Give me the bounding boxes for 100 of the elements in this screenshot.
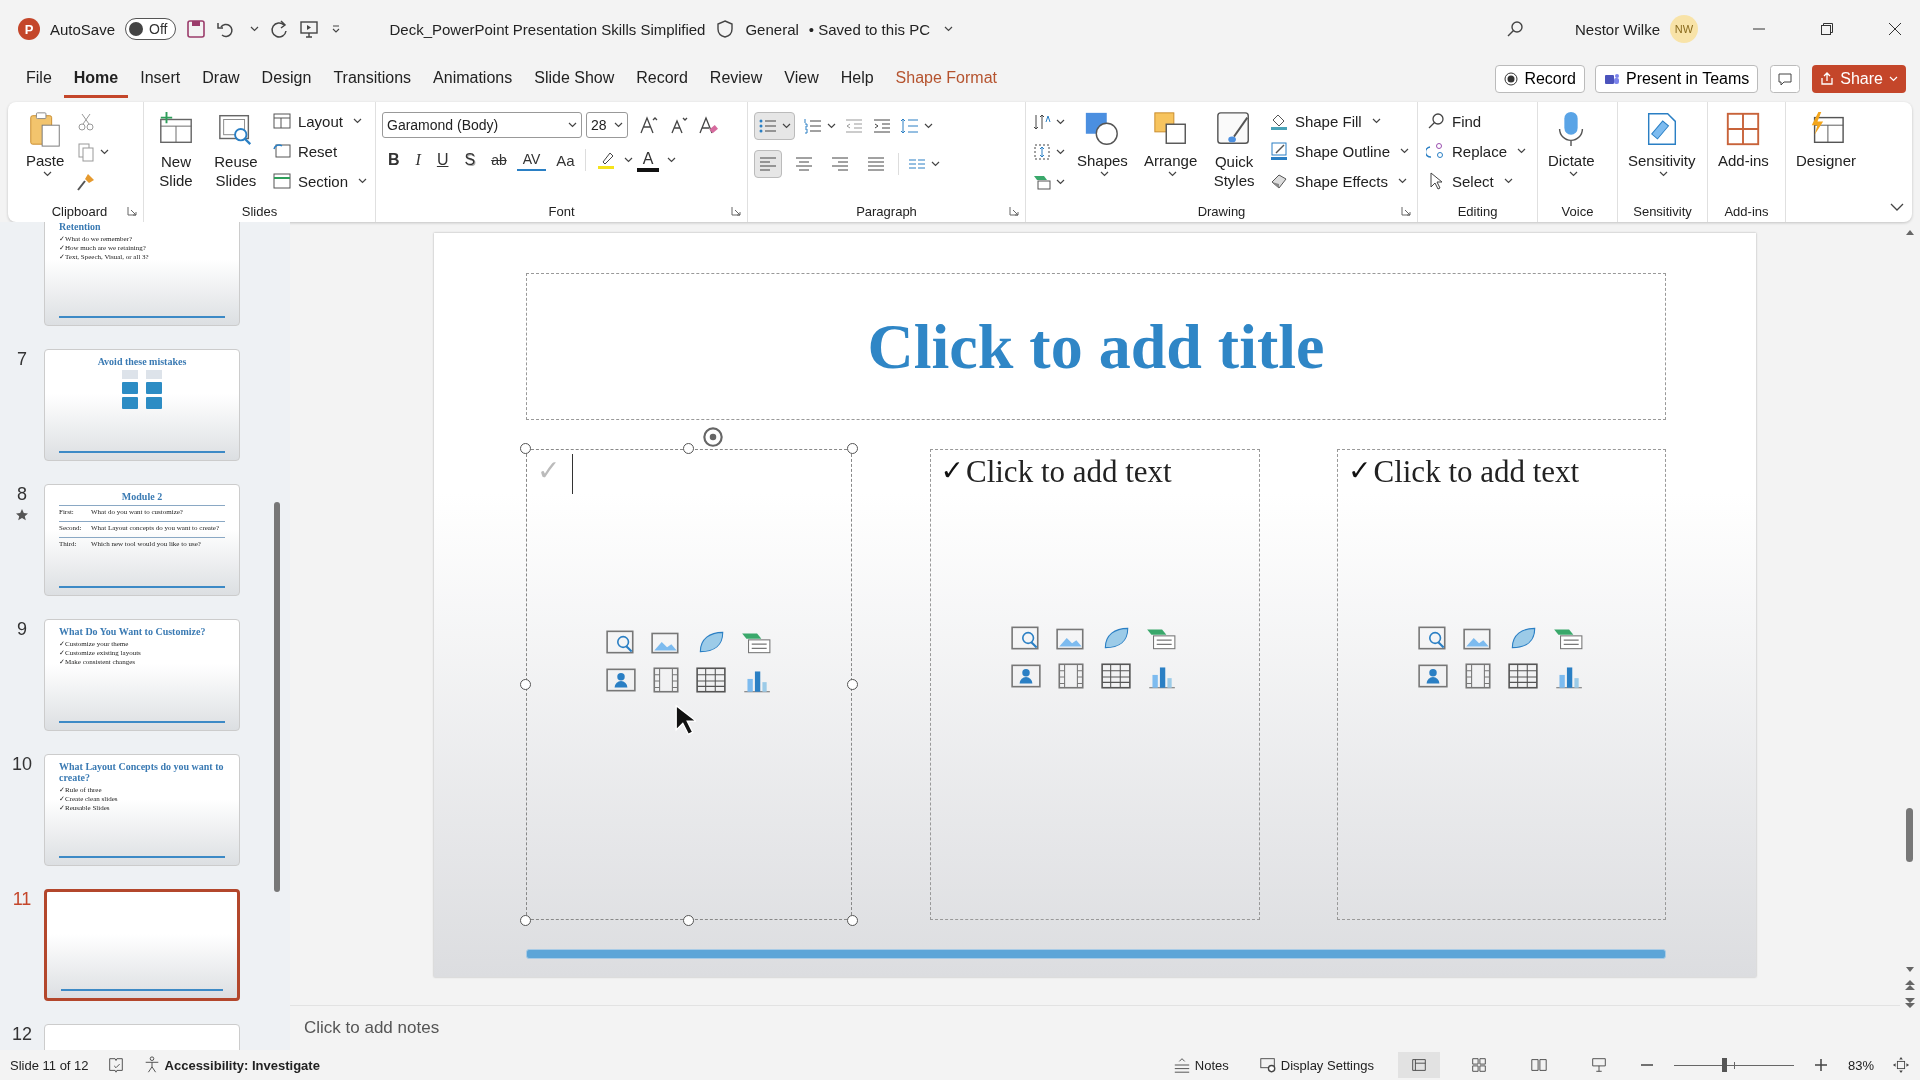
ribbon-tab[interactable]: Draw	[192, 60, 250, 98]
save-icon[interactable]	[186, 19, 207, 39]
text-direction-icon[interactable]	[1032, 112, 1052, 132]
resize-handle[interactable]	[683, 443, 694, 454]
comments-icon[interactable]	[1770, 65, 1801, 93]
arrange-button[interactable]: Arrange	[1139, 108, 1202, 179]
portrait-icon[interactable]	[604, 666, 637, 694]
clear-formatting-icon[interactable]	[698, 115, 718, 135]
align-text-icon[interactable]	[1032, 142, 1052, 162]
resize-handle[interactable]	[520, 443, 531, 454]
ribbon-tab[interactable]: Help	[830, 60, 884, 98]
ribbon-tab[interactable]: Slide Show	[524, 60, 625, 98]
numbering-icon[interactable]	[803, 116, 823, 136]
font-family-field[interactable]: Garamond (Body)	[382, 112, 582, 138]
content-placeholder[interactable]: ✓Click to add text	[929, 449, 1260, 920]
font-color-button[interactable]: A	[636, 148, 660, 172]
select-button[interactable]: Select	[1424, 168, 1529, 194]
book-check-icon[interactable]	[106, 1056, 125, 1074]
record-button[interactable]: Record	[1495, 65, 1585, 93]
zoom-percentage[interactable]: 83%	[1847, 1057, 1874, 1073]
resize-handle[interactable]	[520, 678, 531, 690]
ribbon-tab[interactable]: Record	[626, 60, 698, 98]
add-ins-button[interactable]: Add-ins	[1714, 108, 1773, 171]
close-icon[interactable]	[1888, 22, 1902, 36]
ribbon-tab[interactable]: View	[774, 60, 829, 98]
slide-thumbnail[interactable]	[44, 889, 240, 1001]
dialog-launcher-icon[interactable]	[127, 206, 137, 216]
ribbon-tab[interactable]: Shape Format	[885, 60, 1007, 98]
format-button[interactable]: U	[430, 149, 455, 171]
format-button[interactable]: Aa	[550, 149, 581, 171]
restore-icon[interactable]	[1820, 22, 1834, 36]
dialog-launcher-icon[interactable]	[1009, 206, 1019, 216]
reuse-slides-button[interactable]: Reuse Slides	[209, 108, 262, 192]
fit-to-window-icon[interactable]	[1892, 1056, 1910, 1074]
previous-slide-icon[interactable]	[1904, 978, 1916, 992]
resize-handle[interactable]	[683, 915, 694, 926]
quick-styles-button[interactable]: Quick Styles	[1209, 108, 1259, 192]
resize-handle[interactable]	[847, 443, 858, 454]
resize-handle[interactable]	[847, 915, 858, 926]
resize-handle[interactable]	[520, 915, 531, 926]
picture-search-icon[interactable]	[604, 628, 637, 656]
autosave-toggle[interactable]: Off	[125, 18, 177, 40]
section-button[interactable]: Section	[269, 168, 369, 194]
ribbon-tab[interactable]: Design	[251, 60, 322, 98]
dialog-launcher-icon[interactable]	[1401, 206, 1411, 216]
shapes-button[interactable]: Shapes	[1073, 108, 1132, 179]
table-icon[interactable]	[1507, 662, 1539, 690]
table-icon[interactable]	[1100, 662, 1132, 690]
designer-button[interactable]: Designer	[1792, 108, 1861, 171]
picture-search-icon[interactable]	[1010, 624, 1042, 652]
display-settings-button[interactable]: Display Settings	[1252, 1055, 1380, 1075]
ribbon-tab[interactable]: Review	[699, 60, 773, 98]
increase-indent-icon[interactable]	[872, 116, 892, 136]
format-button[interactable]: AV	[516, 149, 547, 171]
font-size-field[interactable]: 28	[586, 112, 628, 138]
new-slide-button[interactable]: New Slide	[150, 108, 202, 192]
highlighter-icon[interactable]	[595, 150, 616, 170]
shrink-font-icon[interactable]	[668, 115, 688, 135]
dialog-launcher-icon[interactable]	[731, 206, 741, 216]
next-slide-icon[interactable]	[1904, 996, 1916, 1010]
shape-outline-button[interactable]: Shape Outline	[1266, 138, 1411, 164]
resize-handle[interactable]	[847, 678, 858, 690]
user-avatar[interactable]: NW	[1670, 15, 1698, 43]
dictate-button[interactable]: Dictate	[1544, 108, 1599, 179]
content-placeholder[interactable]: ✓Click to add text	[1337, 449, 1666, 920]
film-icon[interactable]	[1055, 662, 1087, 690]
paste-button[interactable]: Paste	[22, 108, 69, 179]
slide-thumbnail[interactable]: Avoid these mistakes	[44, 349, 240, 461]
ribbon-tab[interactable]: Insert	[130, 60, 191, 98]
shape-fill-button[interactable]: Shape Fill	[1266, 108, 1411, 134]
format-button[interactable]: I	[409, 149, 427, 171]
align-button[interactable]	[754, 150, 782, 178]
scroll-up-icon[interactable]	[1905, 228, 1915, 236]
format-painter-icon[interactable]	[76, 172, 97, 192]
format-button[interactable]: ab	[485, 150, 513, 170]
table-icon[interactable]	[694, 666, 727, 694]
format-button[interactable]: B	[382, 149, 406, 171]
scroll-down-icon[interactable]	[1905, 966, 1915, 974]
find-button[interactable]: Find	[1424, 108, 1529, 134]
portrait-icon[interactable]	[1010, 662, 1042, 690]
notes-button[interactable]: Notes	[1166, 1055, 1235, 1075]
present-in-teams-button[interactable]: Present in Teams	[1594, 65, 1759, 93]
scissors-icon[interactable]	[76, 112, 97, 132]
view-button[interactable]	[1397, 1052, 1440, 1078]
sensitivity-button[interactable]: Sensitivity	[1624, 108, 1700, 179]
format-button[interactable]: S	[458, 149, 482, 171]
picture-search-icon[interactable]	[1417, 624, 1449, 652]
ribbon-tab[interactable]: Home	[63, 60, 129, 98]
replace-button[interactable]: Replace	[1424, 138, 1529, 164]
collapse-ribbon-icon[interactable]	[1890, 203, 1904, 212]
user-name[interactable]: Nestor Wilke	[1575, 20, 1660, 38]
layout-button[interactable]: Layout	[269, 108, 369, 134]
reset-button[interactable]: Reset	[269, 138, 369, 164]
grow-font-icon[interactable]	[638, 115, 658, 135]
search-icon[interactable]	[1505, 19, 1525, 39]
zoom-slider-thumb[interactable]	[1722, 1058, 1728, 1072]
share-button[interactable]: Share	[1812, 65, 1906, 93]
sensitivity-label[interactable]: General	[745, 20, 799, 38]
title-placeholder[interactable]: Click to add title	[526, 273, 1666, 420]
ribbon-tab[interactable]: Transitions	[323, 60, 422, 98]
